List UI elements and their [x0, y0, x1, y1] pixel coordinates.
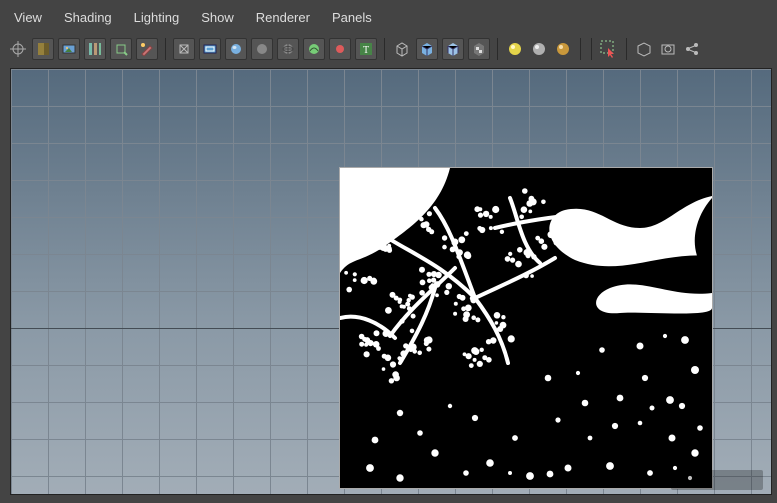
svg-text:T: T [363, 45, 369, 56]
separator-icon [580, 38, 581, 60]
cube-solid-icon[interactable] [416, 38, 438, 60]
perspective-viewport[interactable] [10, 68, 772, 495]
type-tool-icon[interactable]: T [355, 38, 377, 60]
menu-show[interactable]: Show [201, 10, 234, 25]
cube-checker-icon[interactable] [468, 38, 490, 60]
cube-wire-icon[interactable] [392, 39, 412, 59]
menu-panels[interactable]: Panels [332, 10, 372, 25]
snapshot-icon[interactable] [658, 39, 678, 59]
grease-pencil-icon[interactable] [136, 38, 158, 60]
resolution-gate-icon[interactable] [199, 38, 221, 60]
separator-icon [591, 38, 592, 60]
wire-on-shaded-icon[interactable] [277, 38, 299, 60]
bookmark-icon[interactable] [32, 38, 54, 60]
light-gray-icon[interactable] [529, 39, 549, 59]
select-camera-icon[interactable] [8, 39, 28, 59]
separator-icon [626, 38, 627, 60]
lights-icon[interactable] [329, 38, 351, 60]
menu-lighting[interactable]: Lighting [134, 10, 180, 25]
isolate-select-icon[interactable] [173, 38, 195, 60]
textured-plane[interactable] [339, 167, 713, 489]
menu-view[interactable]: View [14, 10, 42, 25]
separator-icon [497, 38, 498, 60]
light-green-icon[interactable] [505, 39, 525, 59]
separator-icon [384, 38, 385, 60]
menu-shading[interactable]: Shading [64, 10, 112, 25]
pan-zoom-icon[interactable] [110, 38, 132, 60]
share-icon[interactable] [682, 39, 702, 59]
uv-icon[interactable] [634, 39, 654, 59]
marquee-select-icon[interactable] [599, 39, 619, 59]
separator-icon [165, 38, 166, 60]
viewport-panel: View Shading Lighting Show Renderer Pane… [0, 0, 777, 503]
menu-renderer[interactable]: Renderer [256, 10, 310, 25]
cube-wire2-icon[interactable] [442, 38, 464, 60]
textured-icon[interactable] [303, 38, 325, 60]
light-gold-icon[interactable] [553, 39, 573, 59]
smooth-shade-icon[interactable] [225, 38, 247, 60]
film-gate-icon[interactable] [84, 38, 106, 60]
viewport-menubar: View Shading Lighting Show Renderer Pane… [0, 0, 777, 34]
image-plane-icon[interactable] [58, 38, 80, 60]
viewport-readout [671, 470, 763, 490]
wireframe-shade-icon[interactable] [251, 38, 273, 60]
viewport-toolbar: T [0, 34, 777, 64]
